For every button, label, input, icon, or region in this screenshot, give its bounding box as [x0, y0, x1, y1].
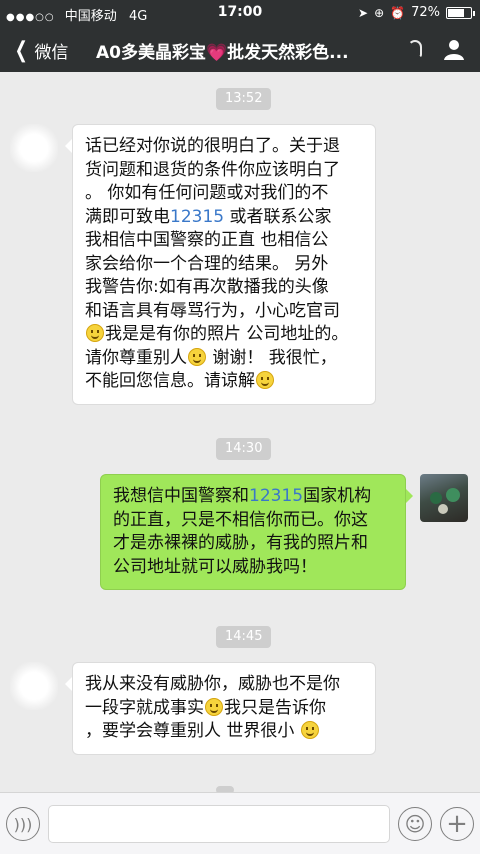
contact-avatar[interactable]: [10, 124, 58, 172]
chat-area: 13:52 话已经对你说的很明白了。关于退 货问题和退货的条件你应该明白了 。 …: [0, 72, 480, 794]
message-line: 公司地址就可以威胁我吗！: [113, 556, 317, 577]
message-line: 我是是有你的照片 公司地址的。: [85, 323, 363, 347]
more-button[interactable]: +: [440, 807, 474, 841]
message-line: ，要学会尊重别人 世界很小: [85, 720, 363, 744]
alarm-icon: ⏰: [390, 5, 406, 20]
back-label: 微信: [34, 43, 69, 63]
smile-emoji-icon: [300, 721, 319, 739]
message-line: 一段字就成事实 我只是告诉你: [85, 697, 326, 718]
timestamp: 13:52: [216, 88, 272, 110]
battery-icon: [446, 6, 475, 19]
my-avatar[interactable]: [420, 474, 468, 522]
smile-emoji-icon: [256, 371, 274, 389]
message-input[interactable]: [48, 805, 390, 843]
emoji-button[interactable]: ☺: [398, 807, 432, 841]
smile-emoji-icon: [188, 347, 206, 366]
smile-emoji-icon: [86, 324, 104, 342]
message-line: 话已经对你说的很明白了。关于退: [85, 136, 340, 156]
timestamp: 14:30: [216, 438, 272, 460]
timestamp: 14:45: [216, 626, 272, 648]
battery-percent: 72%: [411, 5, 440, 20]
message-bubble-outgoing[interactable]: 我想信中国警察和12315国家机构 的正直，只是不相信你而已。你这 才是赤裸裸的…: [100, 474, 413, 590]
phone-link[interactable]: 12315: [249, 486, 303, 506]
smile-emoji-icon: [205, 697, 223, 716]
voice-button[interactable]: ))): [6, 807, 40, 841]
voice-icon: ))): [13, 814, 33, 834]
nav-bar: ❮ 微信 A0多美晶彩宝💗批发天然彩色...: [0, 26, 480, 72]
message-line: 。 你如有任何问题或对我们的不: [85, 183, 329, 203]
message-line: 请你尊重别人 谢谢！ 我很忙，: [85, 347, 337, 368]
contact-avatar[interactable]: [10, 662, 58, 710]
message-line: 我从来没有威胁你，威胁也不是你: [85, 674, 340, 694]
location-icon: ➤: [358, 5, 369, 20]
message-line: 家会给你一个合理的结果。 另外: [85, 253, 329, 274]
message-line: 不能回您信息。请谅解: [85, 370, 363, 394]
message-bubble-incoming[interactable]: 话已经对你说的很明白了。关于退 货问题和退货的条件你应该明白了 。 你如有任何问…: [65, 124, 376, 405]
ear-icon: [408, 40, 422, 58]
lock-rotation-icon: ⊕: [374, 5, 385, 20]
message-line: 货问题和退货的条件你应该明白了: [85, 159, 340, 180]
message-line: 满即可致电12315 或者联系公家: [85, 206, 332, 227]
phone-link[interactable]: 12315: [170, 207, 224, 227]
plus-icon: +: [446, 809, 468, 839]
person-icon[interactable]: [442, 37, 466, 61]
message-line: 才是赤裸裸的威胁，有我的照片和: [113, 533, 368, 553]
message-line: 的正直，只是不相信你而已。你这: [113, 509, 368, 530]
message-line: 我想信中国警察和12315国家机构: [113, 486, 372, 506]
chevron-left-icon: ❮: [14, 37, 28, 63]
back-button[interactable]: ❮ 微信: [12, 37, 69, 63]
smile-icon: ☺: [404, 812, 426, 836]
input-bar: ))) ☺ +: [0, 792, 480, 854]
status-right: ➤ ⊕ ⏰ 72%: [358, 5, 475, 20]
message-line: 和语言具有辱骂行为，小心吃官司: [85, 300, 340, 321]
message-line: 我相信中国警察的正直 也相信公: [85, 230, 329, 250]
message-line: 我警告你:如有再次散播我的头像: [85, 277, 329, 297]
message-bubble-incoming[interactable]: 我从来没有威胁你，威胁也不是你 一段字就成事实 我只是告诉你 ，要学会尊重别人 世…: [65, 662, 376, 755]
status-bar: ●●●○○ 中国移动 4G 17:00 ➤ ⊕ ⏰ 72%: [0, 0, 480, 26]
chat-title: A0多美晶彩宝💗批发天然彩色...: [96, 43, 349, 63]
